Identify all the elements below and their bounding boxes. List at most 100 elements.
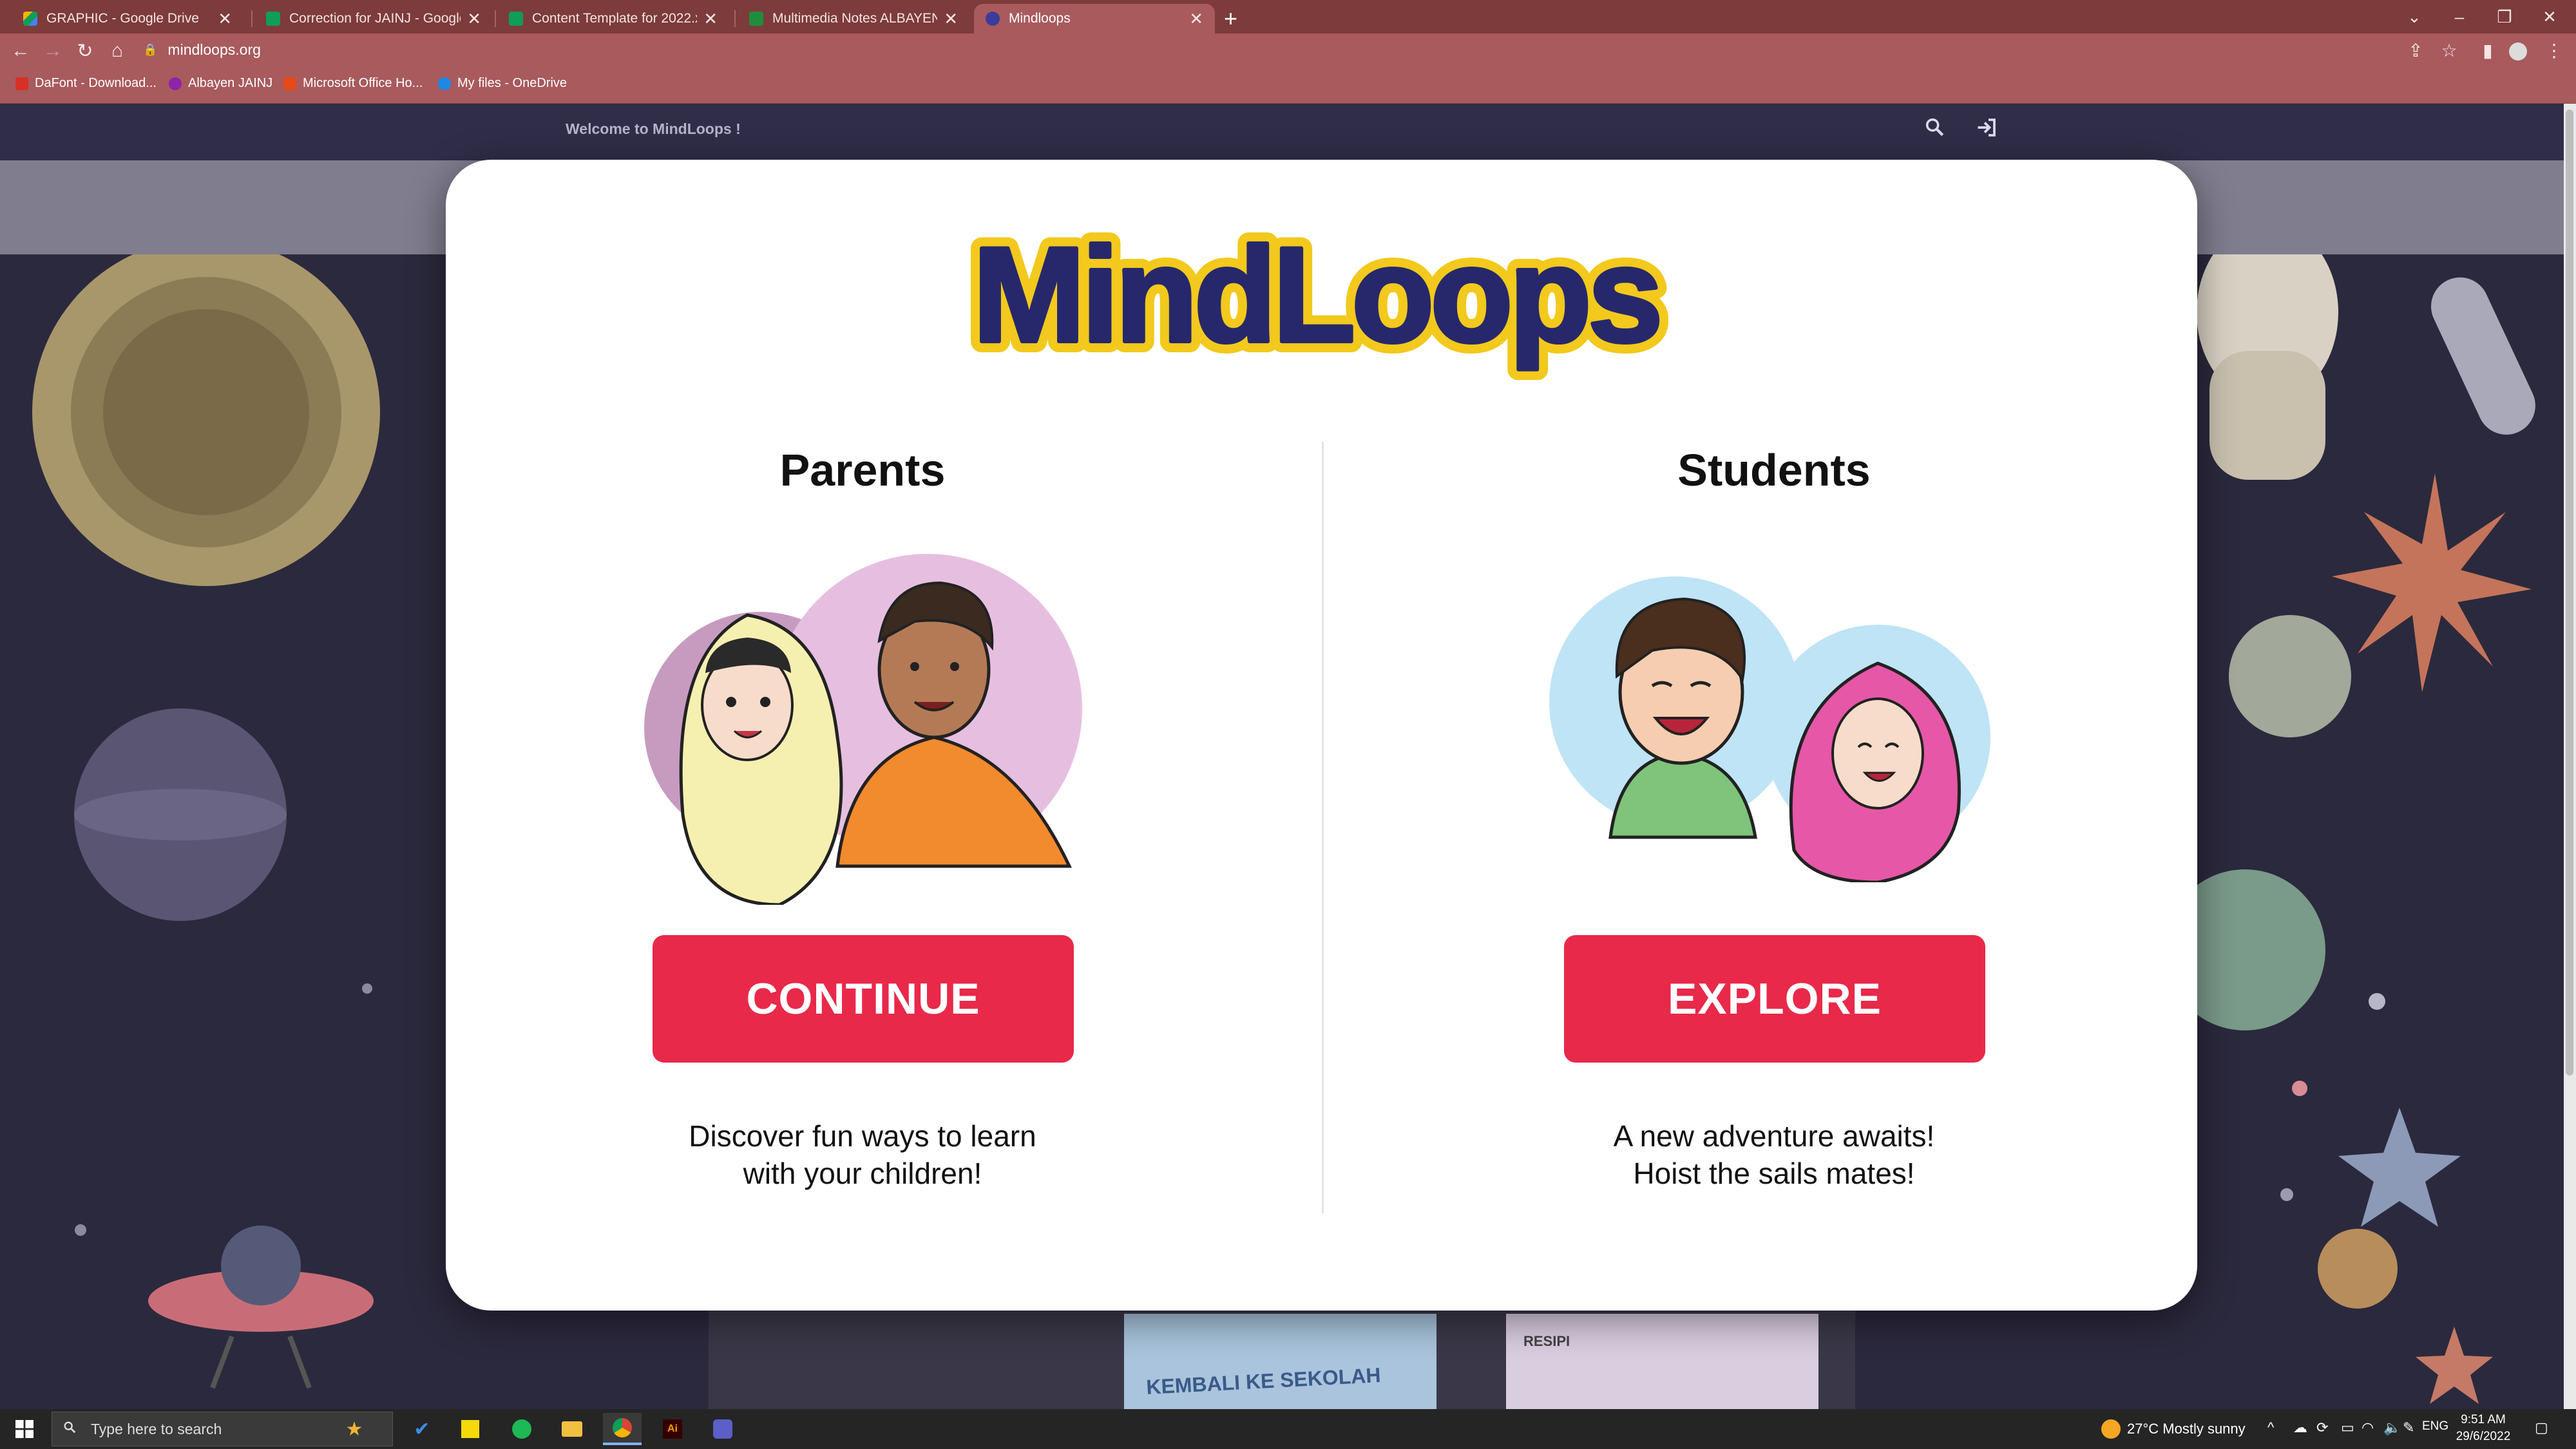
small-planet-illustration <box>2318 1229 2398 1309</box>
parents-title: Parents <box>779 445 946 495</box>
weather-widget[interactable]: 27°C Mostly sunny <box>2101 1419 2246 1439</box>
continue-button[interactable]: CONTINUE <box>653 935 1074 1063</box>
star-illustration <box>2338 1108 2461 1227</box>
dafont-icon <box>15 77 28 90</box>
weather-text: 27°C Mostly sunny <box>2127 1421 2246 1437</box>
notification-icon[interactable]: ▢ <box>2535 1419 2548 1436</box>
close-tab-icon[interactable]: ✕ <box>218 9 232 29</box>
todo-app-icon[interactable]: ✔ <box>403 1413 441 1445</box>
explore-button[interactable]: EXPLORE <box>1564 935 1985 1063</box>
thumbnail-recipe <box>1506 1314 1818 1409</box>
close-tab-icon[interactable]: ✕ <box>1189 9 1203 29</box>
students-title: Students <box>1677 445 1871 495</box>
parents-description: Discover fun ways to learn with your chi… <box>689 1119 1036 1190</box>
chrome-icon[interactable] <box>603 1413 642 1445</box>
spotify-icon[interactable] <box>502 1413 541 1445</box>
svg-text:MindLoops: MindLoops <box>973 219 1659 370</box>
lock-icon: 🔒 <box>143 43 158 56</box>
file-explorer-icon[interactable] <box>553 1413 591 1445</box>
office-icon <box>283 77 296 90</box>
browser-tab-strip: GRAPHIC - Google Drive ✕ Correction for … <box>0 0 2576 33</box>
parents-illustration <box>644 554 1082 905</box>
mindloops-logo: MindLoops MindLoops <box>962 219 1674 380</box>
illustrator-icon[interactable]: Ai <box>653 1413 692 1445</box>
tab-multimedia-notes[interactable]: Multimedia Notes ALBAYEN HOM ✕ <box>738 4 969 33</box>
bookmarks-bar: DaFont - Download... Albayen JAINJ Micro… <box>0 70 2576 104</box>
taskbar-clock[interactable]: 9:51 AM 29/6/2022 <box>2441 1412 2525 1445</box>
mindloops-favicon-icon <box>986 12 1000 26</box>
students-illustration <box>1549 576 1990 882</box>
star-illustration <box>2416 1327 2493 1404</box>
sync-icon[interactable]: ⟳ <box>2316 1419 2328 1436</box>
bookmark-onedrive[interactable]: My files - OneDrive <box>438 76 567 91</box>
sticky-notes-icon[interactable] <box>451 1413 490 1445</box>
tab-divider <box>734 10 736 27</box>
bookmark-label: My files - OneDrive <box>457 76 568 90</box>
search-icon[interactable] <box>1923 116 1945 144</box>
rocket-illustration <box>2431 277 2535 435</box>
teams-icon[interactable] <box>703 1413 742 1445</box>
sun-illustration <box>32 254 380 586</box>
restore-icon[interactable]: ❐ <box>2480 0 2529 33</box>
astronaut-illustration <box>2197 254 2338 480</box>
browser-toolbar: ← → ↻ ⌂ 🔒 mindloops.org ⇪ ☆ ▮ ⋮ <box>0 33 2576 70</box>
close-tab-icon[interactable]: ✕ <box>467 9 481 29</box>
site-header <box>0 104 2564 160</box>
minimize-icon[interactable]: – <box>2435 0 2484 33</box>
clock-time: 9:51 AM <box>2461 1413 2506 1426</box>
scrollbar-thumb[interactable] <box>2566 109 2573 1075</box>
column-divider <box>1322 442 1324 1213</box>
close-window-icon[interactable]: ✕ <box>2525 0 2574 33</box>
bookmark-dafont[interactable]: DaFont - Download... <box>15 76 157 91</box>
thumbnail-caption: RESIPI <box>1523 1333 1570 1349</box>
tab-title: GRAPHIC - Google Drive <box>46 11 199 26</box>
albayen-icon <box>169 77 182 90</box>
google-sheets-icon <box>509 12 523 26</box>
bookmark-albayen[interactable]: Albayen JAINJ <box>169 76 272 91</box>
wifi-icon[interactable]: ◠ <box>2361 1419 2374 1436</box>
tab-title: Mindloops <box>1009 11 1071 26</box>
tab-title: Multimedia Notes ALBAYEN HOM <box>772 11 938 26</box>
reload-icon[interactable]: ↻ <box>72 40 98 62</box>
profile-avatar[interactable] <box>2509 43 2527 61</box>
students-description: A new adventure awaits! Hoist the sails … <box>1613 1119 1935 1190</box>
chevron-down-icon[interactable]: ⌄ <box>2390 0 2439 33</box>
close-tab-icon[interactable]: ✕ <box>703 9 718 29</box>
google-sheets-icon <box>266 12 280 26</box>
tab-content-template[interactable]: Content Template for 2022.xlsx ✕ <box>497 4 729 33</box>
volume-icon[interactable]: 🔈 <box>2383 1419 2401 1436</box>
bookmark-office[interactable]: Microsoft Office Ho... <box>283 76 423 91</box>
bookmark-label: Microsoft Office Ho... <box>303 76 423 90</box>
home-icon[interactable]: ⌂ <box>104 40 130 62</box>
moon-illustration <box>2229 615 2351 737</box>
search-highlight-icon[interactable]: ★ <box>335 1413 374 1445</box>
windows-start-icon[interactable] <box>5 1413 44 1445</box>
tab-mindloops[interactable]: Mindloops ✕ <box>974 4 1215 33</box>
plus-icon[interactable]: + <box>1224 5 1237 32</box>
tab-divider <box>251 10 253 27</box>
tab-correction-sheet[interactable]: Correction for JAINJ - Google Sh ✕ <box>254 4 493 33</box>
address-bar[interactable]: 🔒 mindloops.org <box>143 41 261 59</box>
sign-in-icon[interactable] <box>1975 116 1998 145</box>
side-panel-icon[interactable]: ▮ <box>2475 40 2501 61</box>
chevron-up-icon[interactable]: ^ <box>2267 1419 2274 1436</box>
back-icon[interactable]: ← <box>8 40 33 62</box>
close-tab-icon[interactable]: ✕ <box>944 9 958 29</box>
search-placeholder: Type here to search <box>91 1420 222 1437</box>
pen-icon[interactable]: ✎ <box>2403 1419 2414 1436</box>
share-icon[interactable]: ⇪ <box>2403 40 2428 61</box>
url-text[interactable]: mindloops.org <box>167 41 260 59</box>
star-icon[interactable]: ☆ <box>2436 40 2462 61</box>
display-icon[interactable]: ▭ <box>2341 1419 2354 1436</box>
ufo-illustration <box>148 1226 374 1389</box>
google-drive-icon <box>23 12 37 26</box>
kebab-menu-icon[interactable]: ⋮ <box>2541 40 2567 61</box>
tab-title: Content Template for 2022.xlsx <box>532 11 697 26</box>
burst-star-illustration <box>2332 473 2532 692</box>
tab-google-drive[interactable]: GRAPHIC - Google Drive ✕ <box>12 4 243 33</box>
onedrive-tray-icon[interactable]: ☁ <box>2293 1419 2307 1436</box>
clock-date: 29/6/2022 <box>2456 1430 2511 1443</box>
search-icon <box>62 1420 77 1438</box>
welcome-text: Welcome to MindLoops ! <box>566 120 741 137</box>
forward-icon[interactable]: → <box>40 40 66 62</box>
